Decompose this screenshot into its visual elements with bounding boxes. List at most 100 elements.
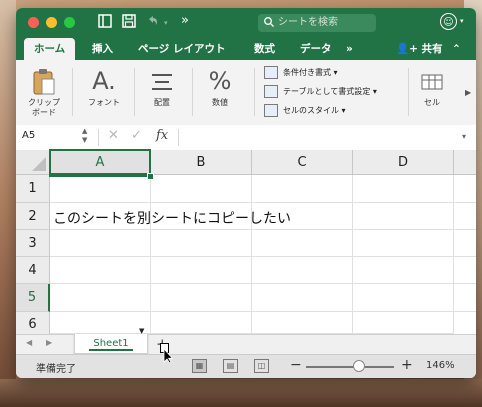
sheet-tab-bar: ◀ ▶ ▼ Sheet1 + [16,327,476,355]
cell-styles-label: セルのスタイル [283,106,339,115]
page-layout-view-icon[interactable]: ▤ [223,359,238,373]
row-header-4[interactable]: 4 [16,257,50,284]
formula-bar: A5 ▲ ▼ ✕ ✓ fx ▾ [16,125,476,151]
format-as-table-button[interactable]: テーブルとして書式設定 ▾ [264,83,377,101]
percent-icon: % [208,67,232,95]
sheet-tab-sheet1[interactable]: Sheet1 [74,334,148,354]
expand-formula-bar-icon[interactable]: ▾ [462,132,466,141]
clipboard-label-2: ボード [32,108,56,117]
previous-sheet-icon[interactable]: ◀ [26,338,32,347]
zoom-window-button[interactable] [64,17,75,28]
undo-dropdown-icon[interactable]: ▾ [164,19,168,27]
zoom-in-button[interactable]: + [401,357,413,373]
tab-data[interactable]: データ [300,38,332,60]
cells-label: セル [424,98,440,107]
row-4-cells [50,257,476,284]
font-label: フォント [88,98,120,107]
column-header-b[interactable]: B [151,150,252,175]
name-box[interactable]: A5 [22,130,35,141]
row-5-cells [50,284,476,312]
row-1-cells [50,175,476,203]
cell-styles-icon [264,104,278,117]
conditional-formatting-icon [264,66,278,79]
select-all-corner[interactable] [16,150,50,175]
insert-function-button[interactable]: fx [156,128,168,143]
tab-home[interactable]: ホーム [24,38,76,60]
zoom-slider[interactable] [306,366,394,368]
save-icon[interactable] [122,14,136,32]
row-3-cells [50,230,476,257]
worksheet-grid[interactable]: A B C D 1 2 3 4 5 6 このシートを別シートにコピーしたい [16,150,476,334]
share-label: 共有 [421,43,443,55]
font-icon: A. [92,67,116,95]
excel-window: ▾ » シートを検索 ☺ ▾ ホーム 挿入 ページ レイアウト 数式 データ »… [16,8,476,378]
row-header-3[interactable]: 3 [16,230,50,257]
alignment-label: 配置 [154,98,170,107]
confirm-entry-icon[interactable]: ✓ [131,128,142,143]
ribbon: クリップ ボード A. フォント 配置 % 数値 条件付き書式 ▾ テーブルとし… [16,60,476,126]
alignment-button[interactable]: 配置 [142,64,182,108]
format-as-table-label: テーブルとして書式設定 [283,87,371,96]
ribbon-divider [72,68,73,116]
ribbon-scroll-right-icon[interactable]: ▶ [465,88,471,97]
minimize-window-button[interactable] [46,17,57,28]
magnifier-icon [263,14,275,32]
ribbon-divider [192,68,193,116]
sheet-drag-cursor-icon [160,343,174,363]
smiley-icon[interactable]: ☺ [440,13,457,30]
column-header-e[interactable] [454,150,476,175]
fill-handle[interactable] [147,173,154,180]
next-sheet-icon[interactable]: ▶ [46,338,52,347]
search-sheet-input[interactable]: シートを検索 [258,14,376,32]
column-header-c[interactable]: C [252,150,353,175]
clipboard-button[interactable]: クリップ ボード [24,64,64,118]
row-header-5[interactable]: 5 [16,284,50,312]
title-bar: ▾ » シートを検索 ☺ ▾ [16,8,476,38]
collapse-ribbon-icon[interactable]: ⌃ [452,38,461,60]
align-icon [142,64,182,98]
zoom-level[interactable]: 146% [426,360,455,371]
clipboard-icon [24,64,64,98]
normal-view-icon[interactable]: ▦ [192,359,207,373]
row-header-6[interactable]: 6 [16,312,50,334]
selected-cell-a5[interactable] [49,149,151,177]
cells-button[interactable]: セル [414,64,450,108]
desktop-wallpaper-bottom [0,379,482,407]
desktop: { "titlebar": { "search_placeholder": "シ… [0,0,482,407]
number-button[interactable]: % 数値 [200,64,240,108]
column-header-d[interactable]: D [353,150,454,175]
cell-a2[interactable]: このシートを別シートにコピーしたい [53,208,291,228]
conditional-formatting-button[interactable]: 条件付き書式 ▾ [264,64,338,82]
table-icon [264,85,278,98]
cancel-entry-icon[interactable]: ✕ [108,128,119,143]
row-header-2[interactable]: 2 [16,203,50,230]
name-box-stepper-icon[interactable]: ▲ ▼ [82,127,87,145]
font-button[interactable]: A. フォント [82,64,126,108]
cells-icon [414,64,450,98]
undo-icon[interactable] [146,14,160,32]
cell-styles-button[interactable]: セルのスタイル ▾ [264,102,346,120]
status-text: 準備完了 [36,364,76,375]
chevron-down-icon[interactable]: ▾ [460,17,464,25]
page-break-view-icon[interactable]: ◫ [254,359,269,373]
close-window-button[interactable] [28,17,39,28]
sidebar-toggle-icon[interactable] [98,14,112,32]
desktop-wallpaper-left [0,0,16,407]
toolbar-overflow-icon[interactable]: » [181,13,189,28]
row-header-1[interactable]: 1 [16,175,50,203]
divider [98,129,99,146]
tab-page-layout[interactable]: ページ レイアウト [138,38,225,60]
tab-overflow[interactable]: » [346,38,353,60]
number-label: 数値 [212,98,228,107]
share-button[interactable]: 👤+ 共有 [396,38,443,60]
status-bar: 準備完了 ▦ ▤ ◫ − + 146% [16,354,476,378]
add-person-icon: 👤+ [396,43,418,55]
ribbon-divider [134,68,135,116]
zoom-out-button[interactable]: − [290,357,302,373]
zoom-slider-thumb[interactable] [352,360,365,372]
tab-formulas[interactable]: 数式 [254,38,275,60]
tab-insert[interactable]: 挿入 [92,38,113,60]
conditional-formatting-label: 条件付き書式 [283,68,331,77]
search-placeholder: シートを検索 [278,17,338,28]
divider [178,129,179,146]
